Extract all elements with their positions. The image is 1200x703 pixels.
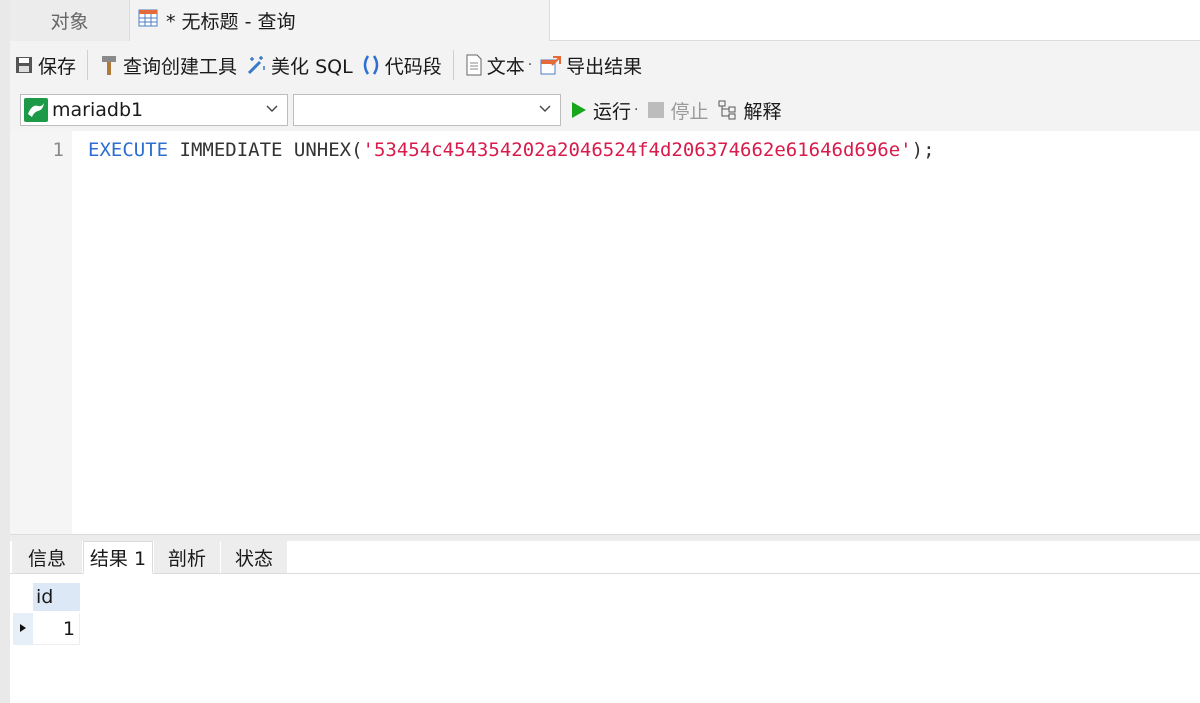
left-edge-strip: [0, 0, 10, 703]
tab-info-label: 信息: [27, 547, 66, 570]
result-tabs: 信息 结果 1 剖析 状态: [10, 541, 1200, 574]
query-builder-label: 查询创建工具: [123, 55, 238, 78]
toolbar-separator: [452, 50, 454, 80]
line-number: 1: [52, 139, 64, 161]
connection-toolbar: mariadb1 运行 · 停止 解释: [10, 89, 1200, 131]
play-icon: [571, 101, 587, 119]
document-icon: [465, 54, 483, 76]
explain-icon: [718, 100, 740, 120]
query-table-icon: [138, 8, 160, 33]
column-header-label: id: [36, 586, 54, 608]
toolbar-separator: [87, 50, 89, 80]
database-select[interactable]: [293, 94, 561, 126]
tab-status-label: 状态: [234, 547, 273, 570]
sql-editor[interactable]: 1 EXECUTE IMMEDIATE UNHEX('53454c4543542…: [10, 131, 1200, 534]
code-snippet-button[interactable]: 代码段: [357, 45, 446, 85]
tab-bar: 对象 * 无标题 - 查询: [10, 0, 1200, 41]
text-button[interactable]: 文本 ·: [461, 45, 536, 85]
sql-tail: );: [911, 139, 935, 161]
text-label: 文本: [486, 55, 525, 78]
run-dropdown-arrow-icon[interactable]: ·: [634, 102, 638, 118]
export-results-button[interactable]: 导出结果: [536, 45, 646, 85]
result-grid: id 1: [10, 574, 1200, 703]
code-snippet-label: 代码段: [384, 55, 442, 78]
sql-text: IMMEDIATE UNHEX(: [168, 139, 363, 161]
tab-objects[interactable]: 对象: [10, 0, 130, 41]
line-number-gutter: 1: [10, 131, 72, 534]
chevron-down-icon: [538, 101, 552, 119]
export-icon: [540, 54, 562, 76]
tab-result-1-label: 结果 1: [89, 548, 147, 570]
tab-status[interactable]: 状态: [221, 541, 287, 573]
stop-label: 停止: [670, 100, 709, 123]
row-pointer-icon: [19, 623, 27, 636]
tab-query-label: * 无标题 - 查询: [166, 11, 296, 33]
parentheses-icon: [361, 54, 381, 76]
tab-result-1[interactable]: 结果 1: [83, 541, 153, 574]
sql-string-literal: '53454c454354202a2046524f4d206374662e616…: [362, 139, 912, 161]
magic-wand-icon: [245, 54, 267, 76]
sql-code-line[interactable]: EXECUTE IMMEDIATE UNHEX('53454c454354202…: [88, 139, 935, 161]
mariadb-connection-icon: [24, 98, 48, 122]
text-dropdown-arrow-icon[interactable]: ·: [528, 57, 532, 73]
tab-profile-label: 剖析: [167, 547, 206, 570]
column-header-id[interactable]: id: [33, 583, 80, 611]
explain-label: 解释: [743, 100, 782, 123]
hammer-icon: [99, 54, 119, 76]
query-builder-button[interactable]: 查询创建工具: [95, 45, 241, 85]
tab-info[interactable]: 信息: [12, 541, 82, 573]
explain-button[interactable]: 解释: [718, 97, 782, 124]
row-indicator[interactable]: [13, 613, 33, 645]
save-icon: [14, 55, 34, 75]
tab-query[interactable]: * 无标题 - 查询: [130, 0, 550, 41]
chevron-down-icon: [265, 101, 279, 119]
cell-value: 1: [62, 617, 75, 640]
tab-objects-label: 对象: [50, 11, 89, 33]
run-button[interactable]: 运行 ·: [571, 97, 638, 124]
table-cell[interactable]: 1: [33, 613, 80, 645]
main-toolbar: 保存 查询创建工具 美化 SQL 代码段 文本 · 导出结果: [10, 41, 1200, 89]
connection-value: mariadb1: [52, 99, 144, 121]
run-label: 运行: [593, 100, 632, 123]
export-results-label: 导出结果: [566, 55, 643, 78]
save-label: 保存: [38, 55, 77, 78]
connection-select[interactable]: mariadb1: [20, 94, 288, 126]
tab-profile[interactable]: 剖析: [154, 541, 220, 573]
stop-button[interactable]: 停止: [648, 97, 708, 124]
beautify-sql-button[interactable]: 美化 SQL: [241, 45, 357, 85]
save-button[interactable]: 保存: [10, 45, 80, 85]
stop-icon: [648, 102, 665, 118]
sql-keyword: EXECUTE: [88, 139, 169, 161]
beautify-sql-label: 美化 SQL: [271, 55, 353, 78]
